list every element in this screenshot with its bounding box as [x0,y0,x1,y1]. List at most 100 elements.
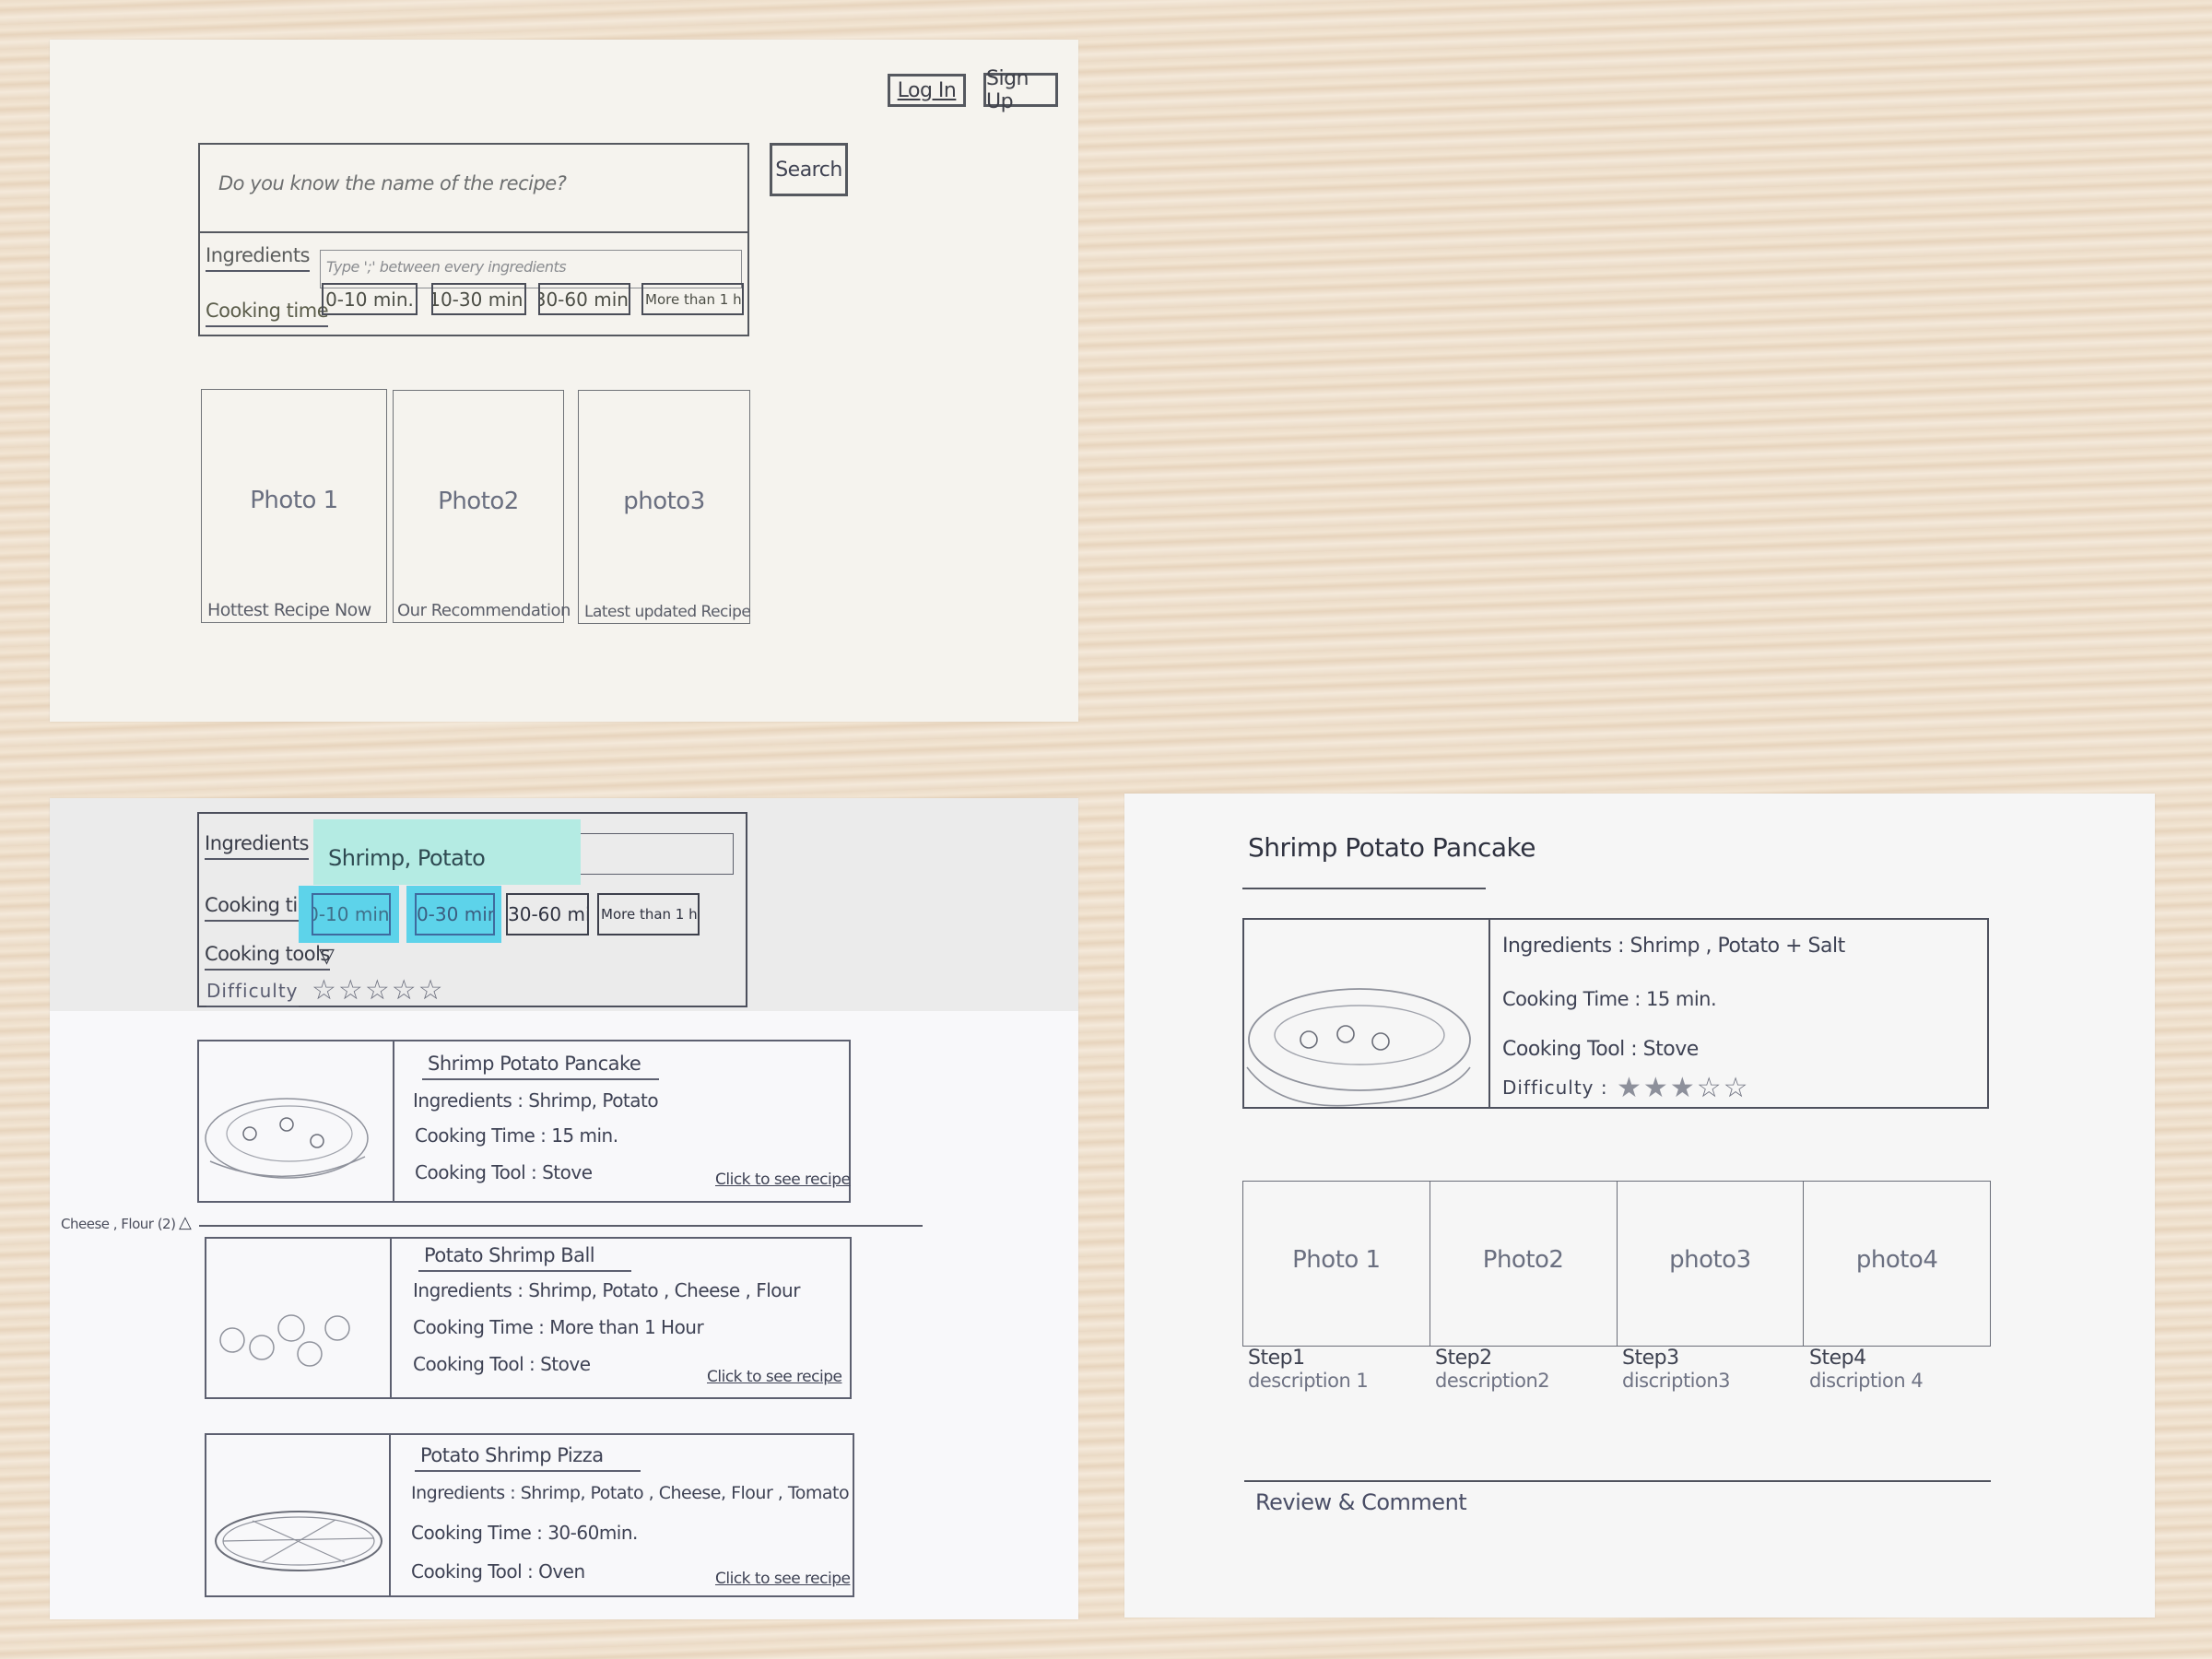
step-caption: Step1 description 1 [1248,1347,1435,1392]
featured-tile-latest[interactable]: photo3 Latest updated Recipe [578,390,751,624]
step-title: Step2 [1435,1347,1492,1370]
result-card[interactable]: Potato Shrimp Pizza Ingredients : Shrimp… [205,1433,854,1597]
search-button[interactable]: Search [770,143,848,196]
step-caption: Step3 discription3 [1622,1347,1809,1392]
ingredients-placeholder: Type ';' between every ingredients [326,258,567,276]
time-chip-over-1h[interactable]: More than 1 hour [641,283,744,315]
filter-difficulty-stars[interactable]: ☆ ☆ ☆ ☆ ☆ [312,977,443,1005]
step-title: Step1 [1248,1347,1305,1370]
filter-time-chip-30-60[interactable]: 30-60 min. [506,893,589,935]
star-empty-icon[interactable]: ☆ [312,977,336,1005]
card-title: Potato Shrimp Ball [418,1244,632,1272]
review-divider [1244,1480,1991,1482]
cooking-tools-dropdown-icon[interactable]: ▽ [319,945,335,968]
title-underline [1242,888,1486,889]
recipe-name-placeholder: Do you know the name of the recipe? [218,172,567,194]
card-ingredients: Ingredients : Shrimp, Potato , Cheese , … [413,1279,800,1301]
results-page-sketch: Ingredients Shrimp, Potato Cooking time … [50,798,1078,1619]
detail-page-sketch: Shrimp Potato Pancake Ingredients : Shri… [1124,794,2155,1618]
pancake-sketch-icon [205,1098,369,1179]
step-description: description 1 [1248,1370,1369,1392]
step-photo[interactable]: photo3 [1618,1182,1805,1346]
sticky-note-ingredients: Shrimp, Potato [313,819,581,885]
card-cooking-tool: Cooking Tool : Stove [413,1353,591,1375]
card-cooking-tool: Cooking Tool : Stove [415,1161,593,1183]
extra-ingredients-divider[interactable]: Cheese , Flour (2) △ [61,1213,923,1234]
step-photo[interactable]: Photo 1 [1243,1182,1430,1346]
featured-caption: Latest updated Recipe [584,603,751,621]
star-empty-icon[interactable]: ☆ [365,977,390,1005]
time-chip-30-60[interactable]: 30-60 min. [538,283,630,315]
featured-caption: Hottest Recipe Now [207,600,371,620]
featured-tile-hottest[interactable]: Photo 1 Hottest Recipe Now [201,389,387,623]
card-cooking-time: Cooking Time : 15 min. [415,1124,618,1147]
card-image [199,1041,394,1201]
photo-placeholder: photo3 [623,488,705,515]
star-empty-icon[interactable]: ☆ [392,977,417,1005]
extra-ingredients-note: Cheese , Flour (2) [61,1216,176,1232]
card-cooking-time: Cooking Time : More than 1 Hour [413,1316,704,1338]
filter-difficulty-label: Difficulty [206,980,299,1007]
recipe-image [1244,920,1490,1107]
review-comment-section[interactable]: Review & Comment [1255,1489,1467,1515]
star-empty-icon: ☆ [1696,1072,1722,1104]
step-title: Step3 [1622,1347,1679,1370]
result-card[interactable]: Potato Shrimp Ball Ingredients : Shrimp,… [205,1237,852,1399]
card-title: Shrimp Potato Pancake [422,1053,660,1080]
login-button[interactable]: Log In [888,74,966,107]
filter-time-chip-over-1h[interactable]: More than 1 hour [597,893,700,935]
filter-ingredients-value: Shrimp, Potato [328,845,486,871]
filter-time-chip-0-10[interactable]: 0-10 min. [312,893,391,935]
photo-placeholder: Photo 1 [250,487,338,514]
steps-gallery: Photo 1 Photo2 photo3 photo4 [1242,1181,1991,1347]
filter-panel: Ingredients Shrimp, Potato Cooking time … [197,812,747,1007]
cooking-time-label: Cooking time [206,300,329,327]
login-label: Log In [897,78,957,102]
star-filled-icon: ★ [1642,1072,1668,1104]
card-image [206,1435,391,1595]
step-photo[interactable]: photo4 [1804,1182,1990,1346]
search-panel: Do you know the name of the recipe? Ingr… [198,143,749,336]
filter-time-chip-10-30[interactable]: 10-30 min. [415,893,495,935]
card-ingredients: Ingredients : Shrimp, Potato [413,1089,659,1112]
star-empty-icon[interactable]: ☆ [418,977,443,1005]
featured-tile-recommendation[interactable]: Photo2 Our Recommendation [393,390,571,623]
result-card[interactable]: Shrimp Potato Pancake Ingredients : Shri… [197,1040,851,1203]
step-description: description2 [1435,1370,1550,1392]
star-filled-icon: ★ [1669,1072,1695,1104]
time-chip-0-10[interactable]: 0-10 min. [322,283,418,315]
featured-caption: Our Recommendation [397,601,571,620]
expand-triangle-icon[interactable]: △ [179,1213,192,1232]
recipe-title: Shrimp Potato Pancake [1248,832,1535,863]
detail-difficulty-label: Difficulty : [1502,1077,1608,1099]
home-page-sketch: Log In Sign Up Do you know the name of t… [50,40,1078,722]
step-photo[interactable]: Photo2 [1430,1182,1618,1346]
signup-button[interactable]: Sign Up [983,67,1058,113]
card-title: Potato Shrimp Pizza [415,1444,641,1472]
potato-balls-sketch-icon [219,1314,350,1367]
star-empty-icon: ☆ [1723,1072,1748,1104]
card-ingredients: Ingredients : Shrimp, Potato , Cheese, F… [411,1483,850,1503]
pancake-sketch-icon [1246,988,1471,1107]
see-recipe-link[interactable]: Click to see recipe [715,1171,851,1189]
search-button-label: Search [775,158,842,182]
step-caption: Step4 discription 4 [1809,1347,1996,1392]
signup-label: Sign Up [986,66,1030,113]
cooking-tools-label: Cooking tools [205,943,330,971]
ingredients-label: Ingredients [206,244,311,272]
divider-line [199,1225,923,1227]
step-captions: Step1 description 1 Step2 description2 S… [1248,1347,1996,1392]
detail-cooking-tool: Cooking Tool : Stove [1502,1038,1699,1061]
see-recipe-link[interactable]: Click to see recipe [715,1570,851,1588]
step-description: discription 4 [1809,1370,1924,1392]
detail-cooking-time: Cooking Time : 15 min. [1502,988,1717,1010]
star-empty-icon[interactable]: ☆ [338,977,363,1005]
card-image [206,1239,392,1397]
recipe-name-input[interactable]: Do you know the name of the recipe? [200,145,747,233]
time-chip-10-30[interactable]: 10-30 min. [431,283,526,315]
card-cooking-tool: Cooking Tool : Oven [411,1560,585,1583]
step-description: discription3 [1622,1370,1731,1392]
recipe-summary: Ingredients : Shrimp , Potato + Salt Coo… [1242,918,1989,1109]
step-caption: Step2 description2 [1435,1347,1622,1392]
see-recipe-link[interactable]: Click to see recipe [707,1368,842,1386]
